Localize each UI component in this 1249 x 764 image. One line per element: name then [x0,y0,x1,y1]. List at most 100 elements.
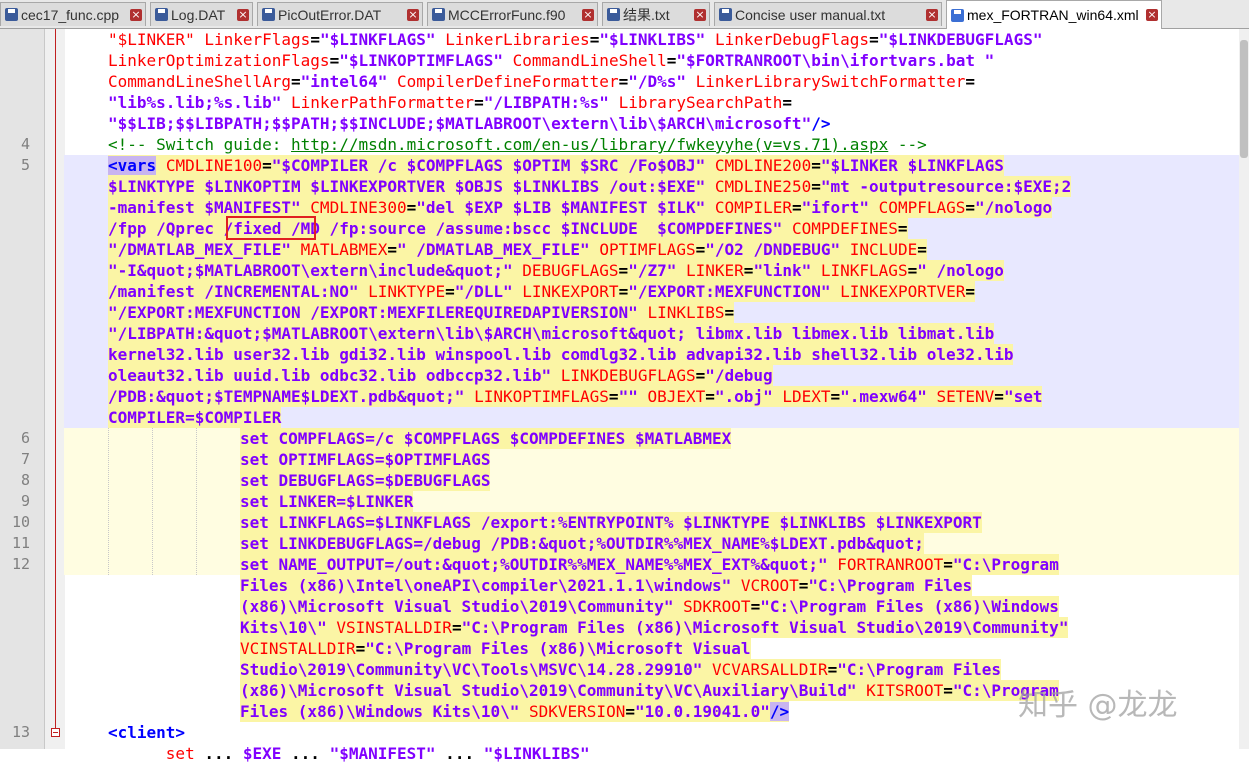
attribute-value: COMPILER=$COMPILER [108,408,282,427]
line-number: 5 [20,156,30,174]
xml-attribute: LINKOPTIMFLAGS [474,387,609,406]
tab-mccerrorfunc-f90[interactable]: MCCErrorFunc.f90 × [427,2,598,26]
punctuation: = [387,240,398,259]
attribute-value: (x86)\Microsoft Visual Studio\2019\Commu… [240,681,857,700]
attribute-value: "$LINKLIBS" [483,744,590,763]
code-text[interactable]: set LINKER=$LINKER [240,491,414,512]
punctuation [301,198,311,217]
code-text[interactable]: Studio\2019\Community\VC\Tools\MSVC\14.2… [240,659,1002,680]
punctuation: = [743,261,754,280]
code-text[interactable]: /PDB:&quot;$TEMPNAME$LDEXT.pdb&quot;" LI… [108,386,1043,407]
code-text[interactable]: "/DMATLAB_MEX_FILE" MATLABMEX=" /DMATLAB… [108,239,927,260]
code-text[interactable]: Kits\10\" VSINSTALLDIR="C:\Program Files… [240,617,1069,638]
close-icon[interactable]: × [582,8,594,21]
xml-attribute: LINKEXPORTVER [840,282,966,301]
attribute-value: "C:\Program Files (x86)\Microsoft Visual [365,639,751,658]
punctuation [828,555,838,574]
punctuation [519,702,529,721]
code-text[interactable]: <vars CMDLINE100="$COMPILER /c $COMPFLAG… [108,155,1004,176]
punctuation: ... [435,744,484,763]
xml-tag-highlighted: <vars [108,156,157,175]
fixed-flag-annotation-box [226,216,316,240]
code-text[interactable]: set DEBUGFLAGS=$DEBUGFLAGS [240,470,491,491]
comment-link[interactable]: http://msdn.microsoft.com/en-us/library/… [291,135,888,154]
attribute-value: "del $EXP $LIB $MANIFEST $ILK" [416,198,706,217]
line-number-row: 9 [0,491,64,512]
xml-attribute: LinkerOptimizationFlags [108,51,330,70]
punctuation [281,93,291,112]
close-icon[interactable]: × [926,8,938,21]
code-text[interactable]: "$$LIB;$$LIBPATH;$$PATH;$$INCLUDE;$MATLA… [108,113,830,134]
xml-attribute: LINKDEBUGFLAGS [560,366,696,385]
code-text[interactable]: VCINSTALLDIR="C:\Program Files (x86)\Mic… [240,638,751,659]
code-text[interactable]: set LINKDEBUGFLAGS=/debug /PDB:&quot;%OU… [240,533,924,554]
xml-attribute: "$LINKER" [108,30,195,49]
close-icon[interactable]: × [694,8,706,21]
attribute-value: "$LINKLIBS" [599,30,706,49]
tab-log-dat[interactable]: Log.DAT × [150,2,253,26]
xml-tag: /> [811,114,831,133]
code-text[interactable]: set ... $EXE ... "$MANIFEST" ... "$LINKL… [108,743,590,764]
xml-attribute: LinkerLibraries [445,30,590,49]
attribute-value: oleaut32.lib uuid.lib odbc32.lib odbccp3… [108,366,552,385]
line-number-row: 12 [0,554,64,575]
xml-attribute: SDKVERSION [529,702,626,721]
close-icon[interactable]: × [130,8,142,21]
attribute-value: set DEBUGFLAGS=$DEBUGFLAGS [240,471,491,490]
code-text[interactable]: COMPILER=$COMPILER [108,407,282,428]
code-text[interactable]: <client> [108,722,185,743]
code-text[interactable]: "$LINKER" LinkerFlags="$LINKFLAGS" Linke… [108,29,1042,50]
xml-attribute: CompilerDefineFormatter [397,72,619,91]
tab-concise-user-manual[interactable]: Concise user manual.txt × [714,2,942,26]
punctuation: = [705,387,715,406]
save-disk-icon [155,8,168,21]
attribute-value: Kits\10\" [240,618,327,637]
code-text[interactable]: (x86)\Microsoft Visual Studio\2019\Commu… [240,596,1059,617]
code-text[interactable]: set COMPFLAGS=/c $COMPFLAGS $COMPDEFINES… [240,428,732,449]
tab-mex-fortran-win64-xml[interactable]: mex_FORTRAN_win64.xml × [946,0,1162,29]
code-text[interactable]: "lib%s.lib;%s.lib" LinkerPathFormatter="… [108,92,792,113]
code-text[interactable]: set NAME_OUTPUT=/out:&quot;%OUTDIR%%MEX_… [240,554,1059,575]
code-text[interactable]: /manifest /INCREMENTAL:NO" LINKTYPE="/DL… [108,281,976,302]
punctuation: = [811,177,821,196]
attribute-value: set LINKFLAGS=$LINKFLAGS /export:%ENTRYP… [240,513,982,532]
code-text[interactable]: CommandLineShellArg="intel64" CompilerDe… [108,71,975,92]
line-number: 6 [20,429,30,447]
close-icon[interactable]: × [1146,9,1158,21]
code-text[interactable]: "/LIBPATH:&quot;$MATLABROOT\extern\lib\$… [108,323,995,344]
tab-label: MCCErrorFunc.f90 [448,6,566,23]
xml-attribute: LinkerLibrarySwitchFormatter [695,72,966,91]
xml-attribute: VCVARSALLDIR [712,660,828,679]
code-text[interactable]: -manifest $MANIFEST" CMDLINE300="del $EX… [108,197,1053,218]
code-text[interactable]: Files (x86)\Intel\oneAPI\compiler\2021.1… [240,575,973,596]
code-text[interactable]: $LINKTYPE $LINKOPTIM $LINKEXPORTVER $OBJ… [108,176,1072,197]
attribute-value: "-I&quot;$MATLABROOT\extern\include&quot… [108,261,513,280]
code-text[interactable]: LinkerOptimizationFlags="$LINKOPTIMFLAGS… [108,50,994,71]
xml-attribute: SDKROOT [683,597,751,616]
close-icon[interactable]: × [237,8,249,21]
code-text[interactable]: "/EXPORT:MEXFUNCTION /EXPORT:MEXFILEREQU… [108,302,735,323]
attribute-value: "" [618,387,638,406]
code-text[interactable]: oleaut32.lib uuid.lib odbc32.lib odbccp3… [108,365,773,386]
xml-attribute: CMDLINE100 [165,156,263,175]
indent-guide [152,428,153,575]
punctuation [609,93,619,112]
punctuation [436,30,446,49]
code-text[interactable]: set OPTIMFLAGS=$OPTIMFLAGS [240,449,491,470]
scrollbar-thumb[interactable] [1240,40,1248,158]
tab-picouterror-dat[interactable]: PicOutError.DAT × [257,2,423,26]
attribute-value: "C:\Program Files (x86)\Microsoft Visual… [461,618,1069,637]
code-text[interactable]: (x86)\Microsoft Visual Studio\2019\Commu… [240,680,1059,701]
xml-attribute: COMPILER [714,198,792,217]
tab-cec17-func-cpp[interactable]: cec17_func.cpp × [0,2,146,26]
code-text[interactable]: <!-- Switch guide: http://msdn.microsoft… [108,134,927,155]
tab-results-txt[interactable]: 结果.txt × [602,2,710,26]
xml-attribute: CMDLINE300 [310,198,407,217]
close-icon[interactable]: × [407,8,419,21]
code-text[interactable]: set LINKFLAGS=$LINKFLAGS /export:%ENTRYP… [240,512,982,533]
punctuation: = [262,156,272,175]
code-text[interactable]: kernel32.lib user32.lib gdi32.lib winspo… [108,344,1014,365]
punctuation [782,219,792,238]
code-text[interactable]: Files (x86)\Windows Kits\10\" SDKVERSION… [240,701,790,722]
code-text[interactable]: "-I&quot;$MATLABROOT\extern\include&quot… [108,260,1004,281]
